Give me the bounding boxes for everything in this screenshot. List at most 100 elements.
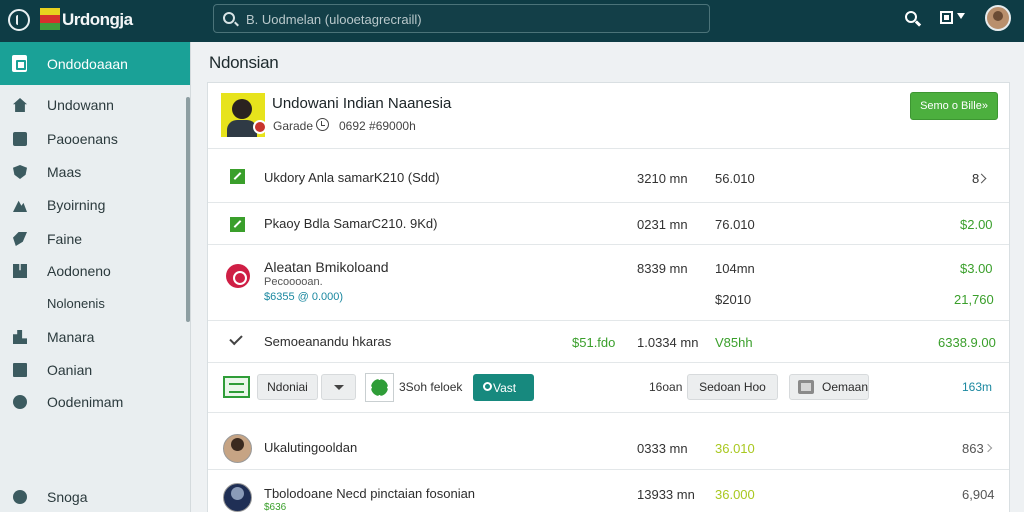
search-icon bbox=[223, 12, 235, 24]
avatar[interactable] bbox=[223, 483, 252, 512]
sidebar-item-shield[interactable]: Maas bbox=[0, 159, 186, 185]
visit-button[interactable]: Vast bbox=[473, 374, 534, 401]
list-item-time: 13933 mn bbox=[637, 487, 695, 502]
list-item-name: Tbolodoane Necd pinctaian fosonian bbox=[264, 486, 476, 501]
sidebar-item-sub[interactable]: Nolonenis bbox=[0, 291, 186, 317]
settings-icon bbox=[13, 490, 27, 504]
toolbar-button-secondary[interactable]: Sedoan Hoo bbox=[687, 374, 778, 400]
clover-icon[interactable] bbox=[365, 373, 394, 402]
sidebar-item-box[interactable]: Paooenans bbox=[0, 126, 186, 152]
top-bar: Urdongja bbox=[0, 0, 1024, 42]
grid-icon bbox=[13, 264, 27, 278]
shield-icon bbox=[13, 165, 27, 179]
app-logo-icon[interactable] bbox=[8, 9, 30, 31]
sidebar-item-label: Manara bbox=[47, 329, 95, 345]
dropdown-toggle[interactable] bbox=[321, 374, 356, 400]
sidebar-item-circle[interactable]: Oodenimam bbox=[0, 389, 186, 415]
list-item-end-value: 863 bbox=[962, 441, 984, 456]
row-end-value: 6338.9.00 bbox=[938, 335, 996, 350]
archive-button-label: Oemaan bbox=[822, 380, 869, 394]
row-amount-secondary: $2010 bbox=[715, 292, 752, 307]
row-time: 1.0334 mn bbox=[637, 335, 699, 350]
refresh-icon bbox=[483, 382, 492, 391]
list-item-sub: $636 bbox=[264, 502, 287, 512]
apps-icon[interactable] bbox=[940, 11, 953, 24]
archive-icon bbox=[798, 380, 814, 394]
list-item[interactable]: Tbolodoane Necd pinctaian fosonian $636 … bbox=[208, 475, 1009, 512]
list-item[interactable]: Ukalutingooldan 0333 mn 36.010 863 bbox=[208, 426, 1009, 470]
sidebar-item-grid[interactable]: Aodoneno bbox=[0, 258, 186, 284]
row-time: 8339 mn bbox=[637, 261, 688, 276]
content-card: Undowani Indian Naanesia Garade 0692 #69… bbox=[207, 82, 1010, 512]
list-item-time: 0333 mn bbox=[637, 441, 688, 456]
chevron-down-icon[interactable] bbox=[957, 13, 965, 19]
sidebar-item-chart[interactable]: Manara bbox=[0, 324, 186, 350]
row-end-value: $2.00 bbox=[960, 217, 993, 232]
sidebar-scrollbar[interactable] bbox=[186, 97, 190, 322]
primary-action-button[interactable]: Semo o Bille» bbox=[910, 92, 998, 120]
search-input[interactable] bbox=[246, 9, 696, 29]
table-row[interactable]: Ukdory Anla samarK210 (Sdd) 3210 mn 56.0… bbox=[208, 149, 1009, 203]
row-end-value-secondary: 21,760 bbox=[954, 292, 994, 307]
avatar[interactable] bbox=[223, 434, 252, 463]
table-row[interactable]: Semoeanandu hkaras $51.fdo 1.0334 mn V85… bbox=[208, 321, 1009, 363]
row-label: Semoeanandu hkaras bbox=[264, 334, 392, 349]
row-label: Ukdory Anla samarK210 (Sdd) bbox=[264, 170, 440, 185]
profile-name: Undowani Indian Naanesia bbox=[272, 95, 452, 112]
profile-header: Undowani Indian Naanesia Garade 0692 #69… bbox=[208, 83, 1009, 149]
user-avatar[interactable] bbox=[985, 5, 1011, 31]
row-amount: 104mn bbox=[715, 261, 755, 276]
sidebar-item-label: Aodoneno bbox=[47, 263, 111, 279]
leaf-icon bbox=[13, 232, 27, 246]
toolbar-label: 3Soh feloek bbox=[399, 380, 463, 394]
table-row[interactable]: Pkaoy Bdla SamarC210. 9Kd) 0231 mn 76.01… bbox=[208, 203, 1009, 245]
table-row[interactable]: Aleatan Bmikoloand Pecooooan. $6355 @ 0.… bbox=[208, 245, 1009, 321]
archive-button[interactable]: Oemaan bbox=[789, 374, 869, 400]
chart-icon bbox=[13, 330, 27, 344]
search-bar[interactable] bbox=[213, 4, 710, 33]
sidebar-item-label: Paooenans bbox=[47, 131, 118, 147]
toolbar-time: 16oan bbox=[649, 380, 683, 394]
row-end-value: $3.00 bbox=[960, 261, 993, 276]
sidebar-item-label: Oodenimam bbox=[47, 394, 124, 410]
row-title: Aleatan Bmikoloand bbox=[264, 259, 389, 275]
app-title: Urdongja bbox=[62, 10, 133, 29]
sidebar-item-active[interactable]: Ondodoaaan bbox=[0, 42, 190, 85]
sidebar-item-settings[interactable]: Snoga bbox=[0, 484, 186, 510]
check-icon bbox=[229, 331, 243, 346]
toolbar-button[interactable]: Ndoniai bbox=[257, 374, 318, 400]
chevron-right-icon[interactable] bbox=[983, 443, 993, 453]
row-amount: 56.010 bbox=[715, 171, 755, 186]
visit-button-label: Vast bbox=[493, 380, 517, 395]
row-label: Pkaoy Bdla SamarC210. 9Kd) bbox=[264, 216, 438, 231]
sidebar-item-mountain[interactable]: Byoirning bbox=[0, 192, 186, 218]
sidebar-item-label: Byoirning bbox=[47, 197, 106, 213]
toolbar-end-value: 163m bbox=[962, 380, 993, 394]
flag-icon bbox=[40, 8, 60, 30]
sidebar-item-label: Faine bbox=[47, 231, 83, 247]
sidebar-item-label: Nolonenis bbox=[47, 296, 105, 311]
profile-meta-value: 0692 #69000h bbox=[339, 119, 416, 133]
checkbox-checked-icon[interactable] bbox=[230, 217, 245, 232]
badge-icon bbox=[253, 120, 267, 134]
search-icon[interactable] bbox=[905, 11, 917, 23]
profile-meta-label: Garade bbox=[273, 119, 314, 133]
list-item-amount: 36.010 bbox=[715, 441, 755, 456]
box-icon bbox=[13, 132, 27, 146]
checkbox-checked-icon[interactable] bbox=[230, 169, 245, 184]
sidebar-item-label: Maas bbox=[47, 164, 82, 180]
clock-icon bbox=[316, 118, 329, 131]
document-icon bbox=[12, 55, 27, 72]
row-amount: V85hh bbox=[715, 335, 753, 350]
sidebar-item-label: Snoga bbox=[47, 489, 88, 505]
spreadsheet-icon[interactable] bbox=[223, 376, 250, 398]
row-mid-value: $51.fdo bbox=[572, 335, 616, 350]
sidebar-item-leaf[interactable]: Faine bbox=[0, 226, 186, 252]
home-icon bbox=[13, 98, 27, 112]
sidebar-item-label: Oanian bbox=[47, 362, 93, 378]
row-link[interactable]: $6355 @ 0.000) bbox=[264, 291, 343, 303]
sidebar-item-doc[interactable]: Oanian bbox=[0, 357, 186, 383]
row-time: 3210 mn bbox=[637, 171, 688, 186]
page-title: Ndonsian bbox=[209, 53, 279, 72]
sidebar-item-home[interactable]: Undowann bbox=[0, 92, 186, 118]
